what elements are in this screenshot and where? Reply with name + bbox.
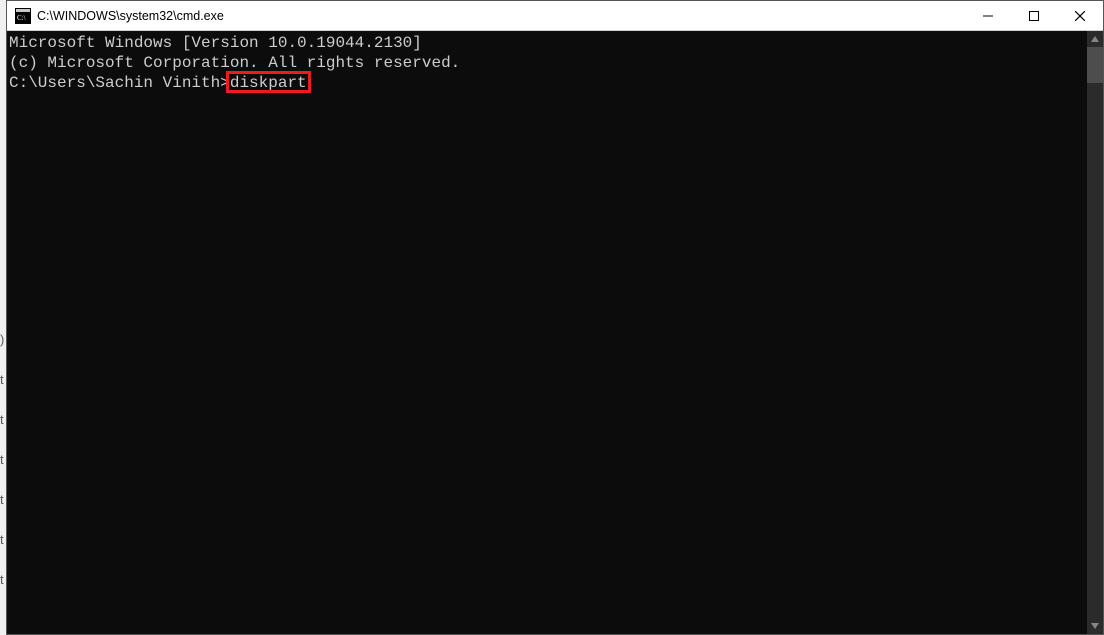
maximize-button[interactable]	[1011, 1, 1057, 30]
minimize-button[interactable]	[965, 1, 1011, 30]
terminal-output[interactable]: Microsoft Windows [Version 10.0.19044.21…	[7, 31, 1087, 634]
cmd-icon: C:\	[15, 8, 31, 24]
prompt-text: C:\Users\Sachin Vinith>	[9, 74, 230, 92]
titlebar[interactable]: C:\ C:\WINDOWS\system32\cmd.exe	[7, 1, 1103, 31]
version-line: Microsoft Windows [Version 10.0.19044.21…	[9, 33, 1087, 53]
close-button[interactable]	[1057, 1, 1103, 30]
scroll-up-icon[interactable]	[1087, 31, 1103, 47]
scroll-down-icon[interactable]	[1087, 618, 1103, 634]
vertical-scrollbar[interactable]	[1087, 31, 1103, 634]
window-title: C:\WINDOWS\system32\cmd.exe	[37, 9, 965, 23]
copyright-line: (c) Microsoft Corporation. All rights re…	[9, 53, 1087, 73]
svg-text:C:\: C:\	[17, 14, 26, 22]
window-controls	[965, 1, 1103, 30]
cmd-window: C:\ C:\WINDOWS\system32\cmd.exe Microsof…	[6, 0, 1104, 635]
command-text: diskpart	[230, 74, 307, 92]
prompt-line: C:\Users\Sachin Vinith>diskpart	[9, 73, 1087, 93]
scroll-thumb[interactable]	[1087, 47, 1103, 83]
client-area: Microsoft Windows [Version 10.0.19044.21…	[7, 31, 1103, 634]
